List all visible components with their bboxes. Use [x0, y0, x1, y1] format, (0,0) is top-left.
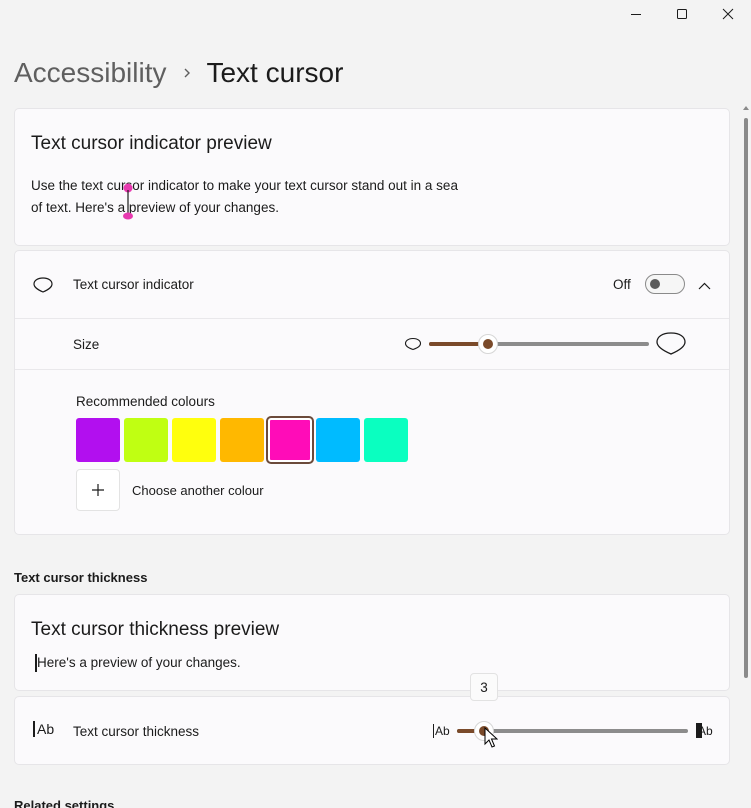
recommended-colours-heading: Recommended colours — [76, 394, 215, 409]
maximize-icon — [677, 9, 687, 19]
close-button[interactable] — [705, 0, 751, 28]
indicator-preview-card: Text cursor indicator preview Use the te… — [14, 108, 730, 246]
indicator-preview-line-2: of text. Here's a preview of your change… — [31, 200, 279, 215]
divider — [15, 369, 729, 370]
large-indicator-icon — [655, 331, 687, 362]
thin-cursor-icon-text: Ab — [435, 724, 450, 738]
colour-swatch-blue[interactable] — [316, 418, 360, 462]
thickness-icon-text: Ab — [37, 721, 55, 737]
close-icon — [722, 8, 734, 20]
size-slider[interactable] — [429, 334, 649, 354]
toggle-state-label: Off — [613, 277, 631, 292]
indicator-settings-card — [14, 250, 730, 535]
colour-swatch-mint[interactable] — [364, 418, 408, 462]
thickness-preview-title: Text cursor thickness preview — [31, 619, 280, 640]
colour-swatch-purple[interactable] — [76, 418, 120, 462]
mouse-pointer-icon — [484, 726, 499, 754]
minimize-button[interactable] — [613, 0, 659, 28]
thickness-preview-card: Text cursor thickness preview Here's a p… — [14, 594, 730, 691]
chevron-up-icon[interactable] — [698, 278, 711, 296]
choose-another-colour-label[interactable]: Choose another colour — [132, 483, 264, 498]
related-settings-label: Related settings — [14, 798, 115, 808]
thickness-section-label: Text cursor thickness — [14, 570, 148, 585]
thick-cursor-icon: Ab — [696, 723, 713, 738]
choose-another-colour-button[interactable] — [76, 469, 120, 511]
indicator-preview-title: Text cursor indicator preview — [31, 133, 272, 154]
size-slider-thumb[interactable] — [478, 334, 498, 354]
window-caption-buttons — [613, 0, 751, 28]
toggle-knob — [650, 279, 660, 289]
maximize-button[interactable] — [659, 0, 705, 28]
scroll-up-icon[interactable] — [742, 104, 750, 112]
breadcrumb-parent-link[interactable]: Accessibility — [14, 57, 166, 89]
thickness-preview-text: Here's a preview of your changes. — [37, 655, 241, 670]
indicator-toggle[interactable] — [645, 274, 685, 294]
thin-cursor-icon: Ab — [433, 724, 450, 738]
indicator-preview-line-1: Use the text cursor indicator to make yo… — [31, 178, 458, 193]
thickness-value-tooltip: 3 — [470, 673, 498, 701]
minimize-icon — [631, 14, 641, 15]
cursor-indicator-preview-icon — [123, 183, 133, 220]
thick-cursor-icon-text: Ab — [698, 723, 713, 738]
thickness-setting-label: Text cursor thickness — [73, 724, 200, 739]
colour-swatch-yellow[interactable] — [172, 418, 216, 462]
indicator-setting-label: Text cursor indicator — [73, 277, 194, 292]
plus-icon — [92, 484, 104, 496]
colour-swatch-pink[interactable] — [266, 416, 314, 464]
size-slider-fill — [429, 342, 479, 346]
scrollbar[interactable] — [742, 104, 750, 808]
colour-swatch-lime[interactable] — [124, 418, 168, 462]
breadcrumb: Accessibility Text cursor — [14, 54, 343, 92]
thickness-icon: Ab — [33, 721, 54, 737]
text-cursor-indicator-icon — [32, 276, 54, 299]
scroll-thumb[interactable] — [744, 118, 748, 678]
small-indicator-icon — [404, 337, 422, 356]
chevron-right-icon — [182, 67, 192, 79]
size-label: Size — [73, 337, 100, 352]
colour-swatch-orange[interactable] — [220, 418, 264, 462]
page-title: Text cursor — [206, 57, 344, 88]
divider — [15, 318, 729, 319]
